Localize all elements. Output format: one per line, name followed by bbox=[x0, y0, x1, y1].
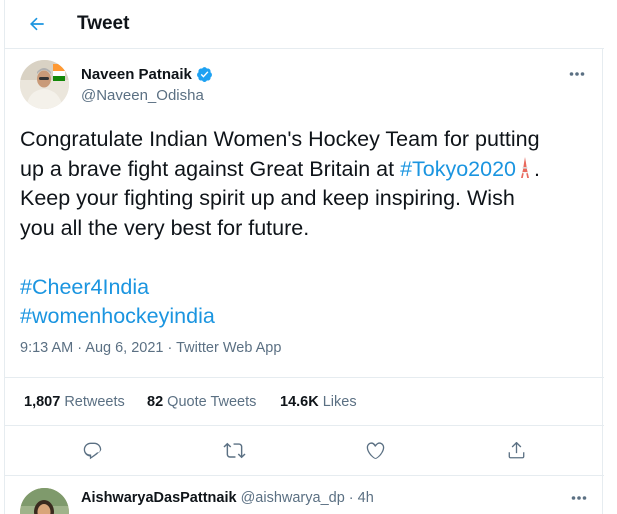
reply-header: AishwaryaDasPattnaik @aishwarya_dp · 4h bbox=[81, 490, 374, 506]
comment-icon bbox=[83, 442, 101, 459]
more-options-button[interactable] bbox=[565, 64, 589, 84]
retweets-label: Retweets bbox=[64, 394, 125, 410]
tweet-text-blank-line bbox=[20, 243, 600, 273]
retweets-count: 1,807 bbox=[24, 394, 61, 410]
verified-badge-icon bbox=[196, 66, 213, 83]
likes-count: 14.6K bbox=[280, 394, 319, 410]
quote-tweets-label: Quote Tweets bbox=[167, 394, 257, 410]
tweet-source-link[interactable]: Twitter Web App bbox=[176, 340, 281, 356]
tweet-text-line: up a brave fight against Great Britain a… bbox=[20, 155, 600, 185]
tweet-text-line: you all the very best for future. bbox=[20, 215, 310, 240]
tweet-detail-panel: Tweet Naveen Patnaik @Naveen_Odisha Cong… bbox=[4, 0, 604, 514]
tweet-text-segment: up a brave fight against Great Britain a… bbox=[20, 156, 401, 181]
quote-tweets-stat[interactable]: 82 Quote Tweets bbox=[147, 394, 256, 410]
ellipsis-icon bbox=[569, 72, 585, 76]
hashtag-tokyo2020-link[interactable]: #Tokyo2020 bbox=[400, 157, 516, 181]
page-title: Tweet bbox=[77, 13, 130, 34]
tweet-stats-bar: 1,807 Retweets 82 Quote Tweets 14.6K Lik… bbox=[5, 377, 604, 426]
reply-timestamp[interactable]: 4h bbox=[358, 490, 374, 506]
heart-icon bbox=[366, 441, 384, 459]
hashtag-womenhockeyindia-link[interactable]: #womenhockeyindia bbox=[20, 304, 215, 328]
retweets-stat[interactable]: 1,807 Retweets bbox=[24, 394, 125, 410]
back-button[interactable] bbox=[23, 10, 51, 38]
reply-more-options-button[interactable] bbox=[567, 490, 591, 506]
ellipsis-icon bbox=[571, 496, 587, 500]
tweet-text-line: #Cheer4India bbox=[20, 273, 600, 303]
retweet-icon bbox=[222, 442, 246, 458]
tweet-timestamp[interactable]: 9:13 AM · Aug 6, 2021 · bbox=[20, 340, 176, 356]
like-button[interactable] bbox=[363, 438, 387, 462]
tweet-text-line: Keep your fighting spirit up and keep in… bbox=[20, 186, 515, 210]
quote-tweets-count: 82 bbox=[147, 394, 164, 410]
reply-separator: · bbox=[344, 490, 358, 506]
likes-stat[interactable]: 14.6K Likes bbox=[280, 394, 357, 410]
author-handle[interactable]: @Naveen_Odisha bbox=[81, 87, 204, 104]
tweet-text: Congratulate Indian Women's Hockey Team … bbox=[20, 125, 600, 332]
reply-author-name[interactable]: AishwaryaDasPattnaik bbox=[81, 490, 237, 506]
author-avatar[interactable] bbox=[20, 60, 69, 109]
likes-label: Likes bbox=[322, 394, 357, 410]
reply-author-avatar[interactable] bbox=[20, 488, 69, 514]
arrow-left-icon bbox=[30, 17, 44, 31]
share-button[interactable] bbox=[504, 438, 528, 462]
tweet-metadata: 9:13 AM · Aug 6, 2021 · Twitter Web App bbox=[20, 340, 281, 356]
reply-button[interactable] bbox=[80, 438, 104, 462]
author-name-text: Naveen Patnaik bbox=[81, 66, 192, 83]
retweet-button[interactable] bbox=[222, 438, 246, 462]
reply-author-handle[interactable]: @aishwarya_dp bbox=[241, 490, 345, 506]
page-header: Tweet bbox=[5, 0, 604, 49]
reply-avatar-image bbox=[20, 488, 69, 514]
avatar-image bbox=[20, 60, 69, 109]
hashtag-cheer4india-link[interactable]: #Cheer4India bbox=[20, 275, 149, 299]
tokyo-tower-emoji bbox=[518, 156, 532, 188]
tweet-actions-bar bbox=[5, 426, 604, 476]
tweet-text-line: #womenhockeyindia bbox=[20, 302, 600, 332]
author-name[interactable]: Naveen Patnaik bbox=[81, 66, 213, 83]
tweet-text-line: Congratulate Indian Women's Hockey Team … bbox=[20, 127, 540, 151]
share-icon bbox=[508, 441, 524, 458]
tweet-text-segment: . bbox=[534, 156, 540, 181]
